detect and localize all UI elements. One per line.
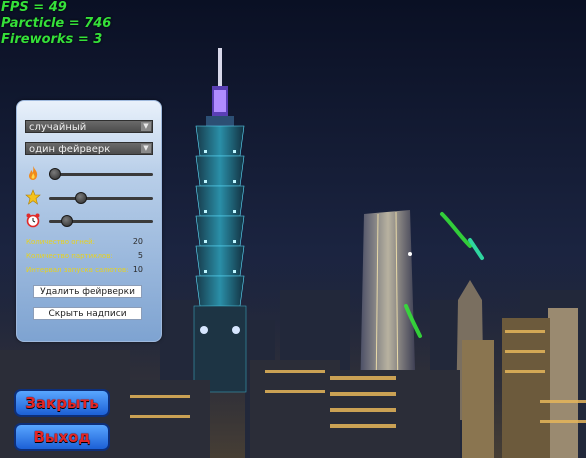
star-slider-thumb[interactable] [75, 192, 88, 204]
settings-panel: случайный ▼ один фейрверк ▼ Количество о… [16, 100, 162, 342]
particles-count-value: 5 [137, 251, 143, 260]
alarm-clock-icon [26, 213, 40, 228]
launch-interval-label: Интервал запуска салютов: [26, 266, 129, 274]
launch-interval-value: 10 [132, 265, 143, 274]
star-icon [25, 189, 41, 205]
interval-slider-thumb[interactable] [61, 215, 74, 227]
hide-labels-button[interactable]: Скрыть надписи [33, 307, 142, 320]
interval-slider-row [25, 212, 155, 230]
fire-slider-row [25, 165, 155, 183]
firework-type-value: один фейрверк [29, 144, 111, 155]
particle-counter: Parcticle = 746 [1, 16, 112, 31]
chevron-down-icon: ▼ [141, 144, 151, 153]
fps-counter: FPS = 49 [1, 0, 67, 15]
particles-count-label: Количество партиклов: [26, 252, 113, 260]
star-slider-row [25, 189, 155, 207]
stats-overlay: FPS = 49 Parcticle = 746 Fireworks = 3 [1, 0, 111, 48]
star-slider-track[interactable] [49, 197, 153, 200]
fires-count-value: 20 [132, 237, 143, 246]
mode-select[interactable]: случайный ▼ [25, 120, 153, 133]
fire-slider-thumb[interactable] [49, 168, 61, 180]
firework-type-select[interactable]: один фейрверк ▼ [25, 142, 153, 155]
delete-fireworks-button[interactable]: Удалить фейрверки [33, 285, 142, 298]
fires-count-row: Количество огней: 20 [26, 237, 156, 247]
mode-select-value: случайный [29, 122, 87, 133]
exit-button[interactable]: Выход [14, 423, 110, 451]
particles-count-row: Количество партиклов: 5 [26, 251, 156, 261]
fire-slider-track[interactable] [49, 173, 153, 176]
fireworks-counter: Fireworks = 3 [1, 32, 103, 47]
close-button[interactable]: Закрыть [14, 389, 110, 417]
fires-count-label: Количество огней: [26, 238, 96, 246]
fire-icon [29, 166, 38, 180]
launch-interval-row: Интервал запуска салютов: 10 [26, 265, 156, 275]
chevron-down-icon: ▼ [141, 122, 151, 131]
